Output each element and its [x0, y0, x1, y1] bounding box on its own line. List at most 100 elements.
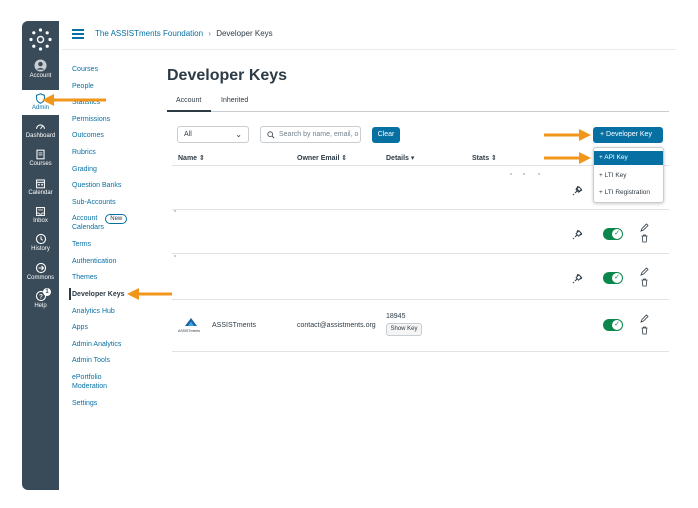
account-nav-settings[interactable]: Settings	[72, 399, 97, 408]
clock-icon	[35, 233, 46, 245]
assistments-logo-text: ASSISTments	[178, 329, 200, 333]
account-nav-admin-tools[interactable]: Admin Tools	[72, 356, 110, 365]
account-nav-developer-keys[interactable]: Developer Keys	[72, 290, 125, 299]
breadcrumb: The ASSISTments Foundation › Developer K…	[95, 29, 273, 38]
plug-icon[interactable]	[572, 228, 584, 240]
trash-icon[interactable]	[640, 326, 649, 335]
account-nav-apps[interactable]: Apps	[72, 323, 88, 332]
gnav-calendar-label: Calendar	[28, 190, 53, 196]
assistments-logo-mark	[185, 318, 197, 326]
account-nav-grading[interactable]: Grading	[72, 165, 97, 174]
filter-select[interactable]: All ⌄	[177, 126, 249, 143]
account-nav-eportfolio-moderation-line2[interactable]: Moderation	[72, 382, 107, 391]
row-divider	[172, 299, 669, 300]
gnav-commons[interactable]: Commons	[22, 262, 59, 281]
page-title: Developer Keys	[167, 67, 288, 84]
chevron-down-icon: ⌄	[235, 130, 242, 139]
gnav-courses-label: Courses	[29, 161, 52, 167]
annotation-arrow-admin	[42, 94, 106, 106]
check-icon: ✓	[614, 230, 620, 237]
active-tab-underline	[167, 110, 211, 112]
header-divider	[62, 49, 676, 50]
account-nav-account-calendars-line2[interactable]: Calendars	[72, 223, 104, 232]
menu-item-lti-registration[interactable]: + LTI Registration	[594, 186, 663, 200]
account-nav-people[interactable]: People	[72, 82, 94, 91]
pencil-icon[interactable]	[640, 223, 649, 232]
tabs-divider	[167, 111, 669, 112]
gnav-courses[interactable]: Courses	[22, 149, 59, 167]
breadcrumb-separator: ›	[208, 29, 211, 38]
filter-select-value: All	[184, 131, 192, 138]
col-header-stats[interactable]: Stats ⇕	[472, 154, 497, 162]
canvas-logo-icon[interactable]	[28, 27, 53, 52]
add-developer-key-button[interactable]: + Developer Key	[593, 127, 663, 143]
account-nav-eportfolio-moderation[interactable]: ePortfolio	[72, 373, 102, 382]
faint-mark	[174, 210, 176, 212]
book-icon	[36, 149, 45, 160]
account-nav-rubrics[interactable]: Rubrics	[72, 148, 96, 157]
account-nav-analytics-hub[interactable]: Analytics Hub	[72, 307, 115, 316]
active-indicator	[69, 288, 71, 300]
gnav-inbox[interactable]: Inbox	[22, 206, 59, 224]
account-avatar-icon	[34, 59, 47, 72]
menu-item-lti-key[interactable]: + LTI Key	[594, 169, 663, 183]
gnav-account[interactable]: Account	[22, 59, 59, 79]
col-header-owner-email[interactable]: Owner Email ⇕	[297, 154, 347, 162]
pencil-icon[interactable]	[640, 314, 649, 323]
check-icon: ✓	[614, 274, 620, 281]
tab-account[interactable]: Account	[176, 97, 201, 104]
menu-item-api-key[interactable]: + API Key	[594, 151, 663, 165]
tab-inherited[interactable]: Inherited	[221, 97, 248, 104]
gnav-calendar[interactable]: Calendar	[22, 178, 59, 196]
key-id: 18945	[386, 313, 406, 320]
account-nav-outcomes[interactable]: Outcomes	[72, 131, 104, 140]
gnav-help[interactable]: ? 1 Help	[22, 288, 59, 309]
clear-button[interactable]: Clear	[372, 127, 400, 143]
breadcrumb-root-link[interactable]: The ASSISTments Foundation	[95, 29, 203, 38]
calendar-icon	[36, 179, 45, 189]
account-nav-permissions[interactable]: Permissions	[72, 115, 110, 124]
gnav-dashboard-label: Dashboard	[25, 133, 56, 139]
trash-icon[interactable]	[640, 278, 649, 287]
account-nav-courses[interactable]: Courses	[72, 65, 98, 74]
col-header-name[interactable]: Name ⇕	[178, 154, 205, 162]
gnav-dashboard[interactable]: Dashboard	[22, 121, 59, 139]
help-notification-badge: 1	[43, 288, 51, 296]
key-state-toggle[interactable]: ✓	[603, 319, 623, 331]
account-nav-admin-analytics[interactable]: Admin Analytics	[72, 340, 121, 349]
account-nav-themes[interactable]: Themes	[72, 273, 97, 282]
key-state-toggle[interactable]: ✓	[603, 272, 623, 284]
svg-text:?: ?	[39, 293, 43, 300]
hamburger-menu-icon[interactable]	[72, 29, 84, 39]
row-divider	[172, 351, 669, 352]
account-nav-terms[interactable]: Terms	[72, 240, 91, 249]
account-calendars-label-1: Account	[72, 215, 98, 222]
faint-mark	[523, 173, 525, 175]
inbox-icon	[36, 207, 45, 216]
gnav-account-label: Account	[29, 73, 52, 79]
account-nav-authentication[interactable]: Authentication	[72, 257, 116, 266]
plug-icon[interactable]	[572, 184, 584, 196]
col-header-details[interactable]: Details ▾	[386, 154, 414, 162]
plug-icon[interactable]	[572, 272, 584, 284]
row-divider	[172, 209, 669, 210]
search-icon	[267, 131, 275, 139]
dashboard-icon	[36, 124, 45, 130]
trash-icon[interactable]	[640, 234, 649, 243]
gnav-history[interactable]: History	[22, 233, 59, 252]
annotation-arrow-api-key	[544, 152, 591, 164]
check-icon: ✓	[614, 321, 620, 328]
key-state-toggle[interactable]: ✓	[603, 228, 623, 240]
faint-mark	[538, 173, 540, 175]
assistments-logo: ASSISTments	[178, 316, 206, 336]
key-owner-email: contact@assistments.org	[297, 322, 376, 329]
faint-mark	[510, 173, 512, 175]
account-nav-question-banks[interactable]: Question Banks	[72, 181, 121, 190]
show-key-button[interactable]: Show Key	[386, 323, 422, 336]
gnav-history-label: History	[31, 246, 50, 252]
faint-mark	[174, 255, 176, 257]
pencil-icon[interactable]	[640, 267, 649, 276]
account-nav-sub-accounts[interactable]: Sub-Accounts	[72, 198, 116, 207]
search-input[interactable]: Search by name, email, o	[260, 126, 361, 143]
search-placeholder: Search by name, email, o	[279, 131, 359, 138]
